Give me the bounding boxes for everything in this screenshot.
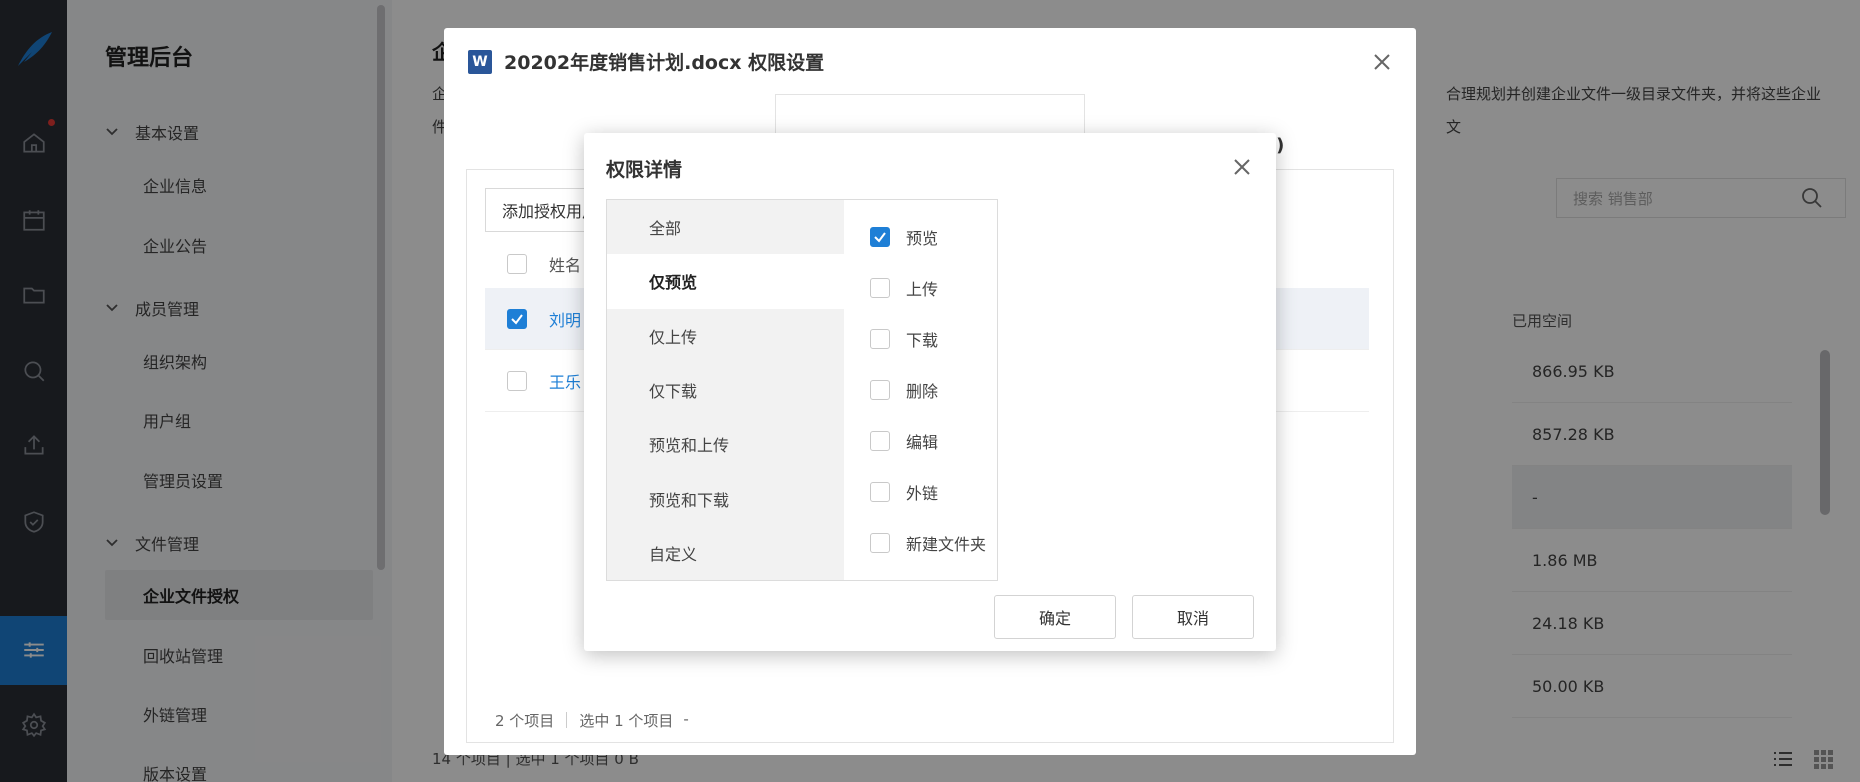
confirm-button[interactable]: 确定: [994, 595, 1116, 639]
dialog-footer-status: 2 个项目 选中 1 个项目 -: [495, 710, 689, 731]
permission-label: 编辑: [906, 432, 939, 452]
cancel-button[interactable]: 取消: [1132, 595, 1254, 639]
column-header-name: 姓名: [549, 256, 582, 275]
word-file-icon: W: [468, 49, 492, 74]
permission-checklist: 预览 上传 下载 删除 编辑 外链 新建文件夹: [844, 200, 997, 580]
permission-checkbox[interactable]: [870, 328, 890, 349]
user-name-link[interactable]: 刘明: [549, 307, 581, 331]
select-all-checkbox[interactable]: [507, 254, 527, 274]
preset-preview-upload[interactable]: 预览和上传: [607, 417, 844, 471]
permission-label: 上传: [906, 279, 939, 299]
permission-label: 下载: [906, 330, 939, 350]
permission-label: 新建文件夹: [906, 534, 987, 554]
row-checkbox[interactable]: [507, 370, 527, 391]
selected-size: -: [683, 710, 689, 728]
permission-download[interactable]: 下载: [844, 313, 997, 364]
dialog-title: 权限详情: [606, 159, 683, 181]
permission-checkbox[interactable]: [870, 481, 890, 502]
preset-list: 全部 仅预览 仅上传 仅下载 预览和上传 预览和下载 自定义: [607, 200, 844, 580]
permission-new-folder[interactable]: 新建文件夹: [844, 517, 997, 568]
permission-label: 删除: [906, 381, 939, 401]
permission-checkbox[interactable]: [870, 379, 890, 400]
preset-custom[interactable]: 自定义: [607, 526, 844, 580]
permission-delete[interactable]: 删除: [844, 364, 997, 415]
check-icon: [874, 231, 886, 243]
check-icon: [511, 313, 523, 325]
selected-count: 选中 1 个项目: [579, 712, 674, 730]
permission-upload[interactable]: 上传: [844, 262, 997, 313]
permission-edit[interactable]: 编辑: [844, 415, 997, 466]
close-icon[interactable]: [1230, 155, 1254, 179]
permission-panel: 全部 仅预览 仅上传 仅下载 预览和上传 预览和下载 自定义 预览 上传 下载: [606, 199, 998, 581]
close-icon[interactable]: [1370, 50, 1394, 74]
preset-all[interactable]: 全部: [607, 200, 844, 254]
permission-checkbox[interactable]: [870, 226, 890, 247]
dialog-title: 20202年度销售计划.docx 权限设置: [504, 52, 825, 74]
row-checkbox[interactable]: [507, 308, 527, 329]
preset-upload-only[interactable]: 仅上传: [607, 309, 844, 363]
user-name-link[interactable]: 王乐: [549, 369, 581, 393]
preset-download-only[interactable]: 仅下载: [607, 363, 844, 417]
divider: [566, 712, 568, 728]
permission-preview[interactable]: 预览: [844, 211, 997, 262]
permission-checkbox[interactable]: [870, 277, 890, 298]
preset-preview-download[interactable]: 预览和下载: [607, 471, 844, 525]
permission-label: 预览: [906, 228, 939, 248]
permission-details-dialog: 权限详情 全部 仅预览 仅上传 仅下载 预览和上传 预览和下载 自定义 预览 上…: [584, 133, 1276, 651]
permission-checkbox[interactable]: [870, 430, 890, 451]
permission-share-link[interactable]: 外链: [844, 466, 997, 517]
item-count: 2 个项目: [495, 712, 555, 730]
permission-label: 外链: [906, 483, 939, 503]
preset-preview-only[interactable]: 仅预览: [607, 254, 844, 309]
dialog-header: W 20202年度销售计划.docx 权限设置: [468, 48, 824, 75]
permission-checkbox[interactable]: [870, 532, 890, 553]
